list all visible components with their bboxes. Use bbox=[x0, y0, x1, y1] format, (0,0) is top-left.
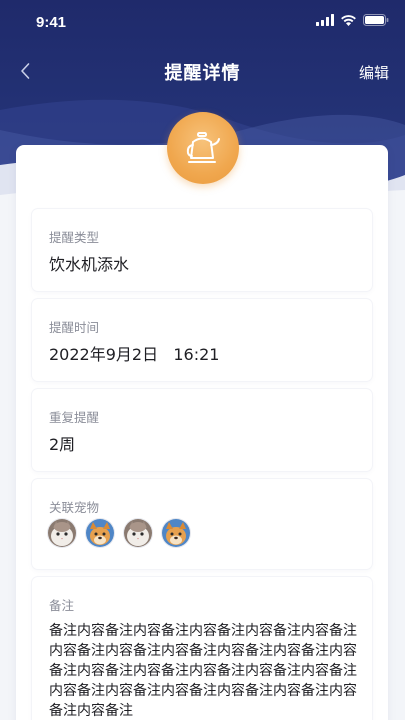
signal-icon bbox=[316, 14, 334, 26]
reminder-time-section: 提醒时间 2022年9月2日 16:21 bbox=[32, 299, 372, 381]
edit-button[interactable]: 编辑 bbox=[359, 62, 389, 83]
dog-avatar[interactable] bbox=[162, 519, 190, 547]
cat-avatar[interactable] bbox=[48, 519, 76, 547]
battery-icon bbox=[363, 14, 389, 26]
status-icons bbox=[316, 14, 389, 26]
reminder-time-label: 提醒时间 bbox=[49, 320, 100, 335]
repeat-label: 重复提醒 bbox=[49, 410, 100, 425]
repeat-section: 重复提醒 2周 bbox=[32, 389, 372, 471]
cat-avatar[interactable] bbox=[124, 519, 152, 547]
related-pets-label: 关联宠物 bbox=[49, 500, 100, 515]
reminder-type-value: 饮水机添水 bbox=[49, 255, 130, 274]
page-title: 提醒详情 bbox=[164, 63, 241, 84]
related-pets-section: 关联宠物 bbox=[32, 479, 372, 569]
notes-label: 备注 bbox=[49, 598, 75, 613]
status-bar: 9:41 bbox=[0, 0, 405, 44]
reminder-type-section: 提醒类型 饮水机添水 bbox=[32, 209, 372, 291]
nav-bar: 提醒详情 编辑 bbox=[0, 50, 405, 94]
dog-avatar[interactable] bbox=[86, 519, 114, 547]
repeat-value: 2周 bbox=[49, 435, 76, 454]
reminder-time-value: 2022年9月2日 16:21 bbox=[49, 345, 220, 364]
reminder-type-label: 提醒类型 bbox=[49, 230, 100, 245]
wifi-icon bbox=[341, 15, 356, 26]
notes-section: 备注 备注内容备注内容备注内容备注内容备注内容备注内容备注内容备注内容备注内容备… bbox=[32, 577, 372, 720]
status-time: 9:41 bbox=[36, 14, 67, 31]
pet-avatar-list bbox=[48, 519, 190, 547]
reminder-type-badge bbox=[167, 112, 239, 184]
notes-text: 备注内容备注内容备注内容备注内容备注内容备注内容备注内容备注内容备注内容备注内容… bbox=[49, 623, 357, 719]
kettle-icon bbox=[186, 132, 220, 163]
